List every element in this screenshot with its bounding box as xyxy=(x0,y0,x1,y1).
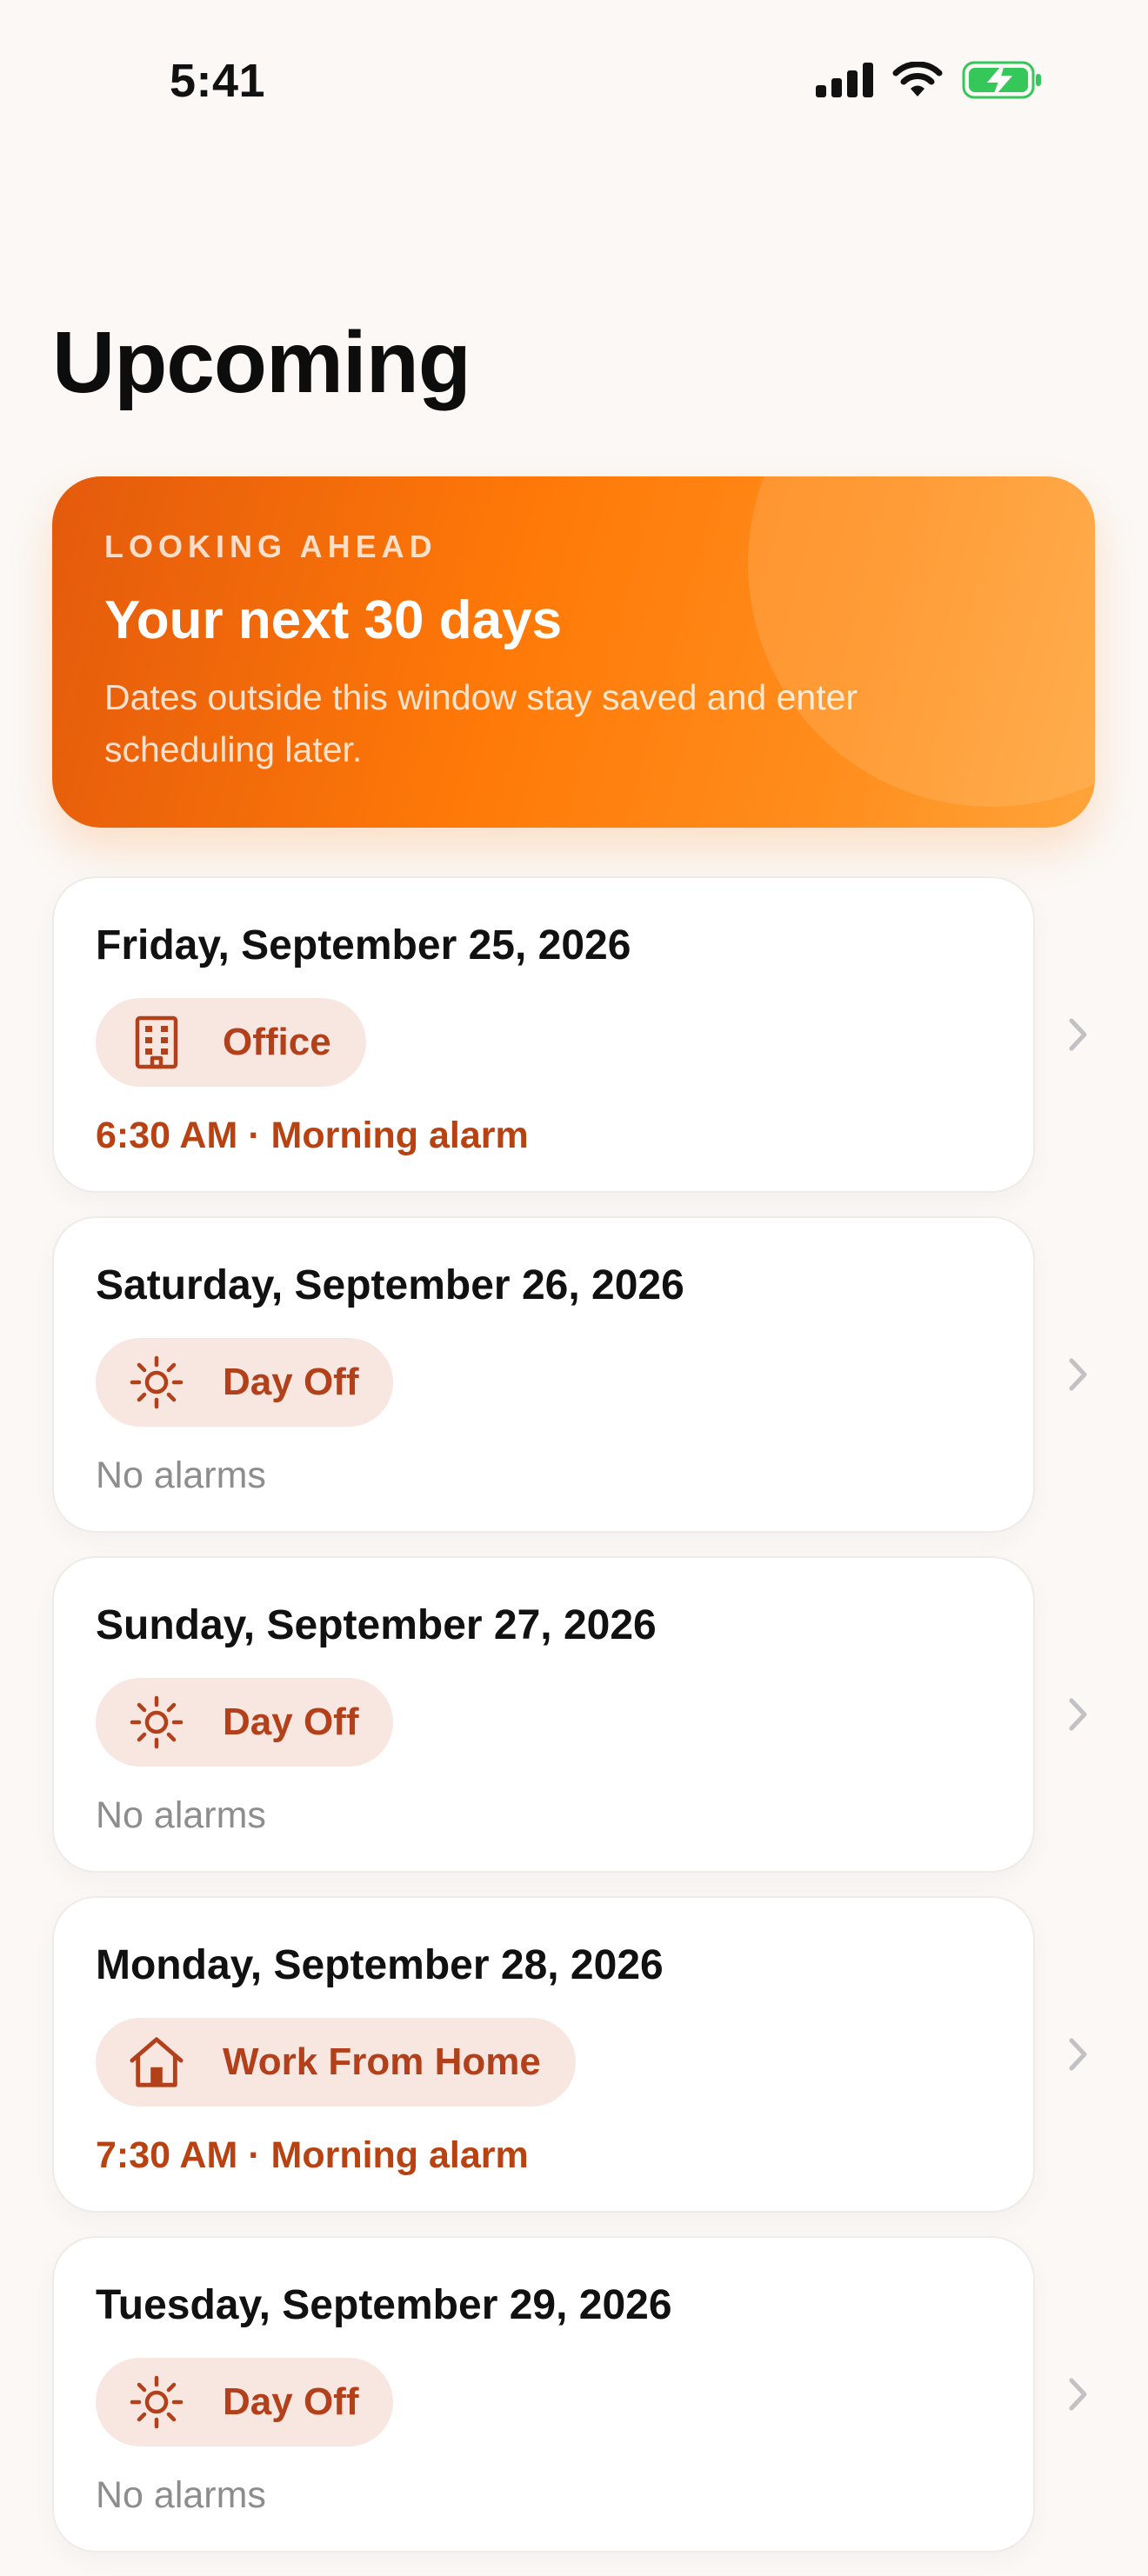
day-row[interactable]: Sunday, September 27, 2026 Day Off No al… xyxy=(52,1556,1148,1896)
day-alarm-summary: No alarms xyxy=(96,1794,266,1836)
battery-charging-icon xyxy=(962,61,1041,99)
day-type-pill: Day Off xyxy=(96,1678,394,1767)
day-row[interactable]: Friday, September 25, 2026 Office 6:30 A… xyxy=(52,876,1148,1216)
day-type-pill: Day Off xyxy=(96,1338,394,1427)
chevron-right-icon[interactable] xyxy=(1061,1007,1096,1062)
day-type-label: Day Off xyxy=(223,1361,359,1403)
day-date: Sunday, September 27, 2026 xyxy=(96,1602,657,1648)
day-card[interactable]: Saturday, September 26, 2026 Day Off No … xyxy=(52,1216,1035,1533)
cellular-signal-icon xyxy=(816,63,873,97)
house-icon xyxy=(129,2034,184,2090)
day-alarm-summary: 6:30 AM · Morning alarm xyxy=(96,1115,529,1156)
day-card[interactable]: Tuesday, September 29, 2026 Day Off No a… xyxy=(52,2236,1035,2553)
day-row[interactable]: Saturday, September 26, 2026 Day Off No … xyxy=(52,1216,1148,1556)
chevron-right-icon[interactable] xyxy=(1061,2366,1096,2422)
sun-icon xyxy=(129,2374,184,2430)
day-date: Friday, September 25, 2026 xyxy=(96,922,631,968)
day-type-pill: Day Off xyxy=(96,2358,394,2446)
day-type-label: Office xyxy=(223,1021,331,1063)
status-icons xyxy=(816,61,1044,99)
sun-icon xyxy=(129,1355,184,1410)
building-icon xyxy=(129,1015,184,1070)
day-date: Saturday, September 26, 2026 xyxy=(96,1262,684,1308)
day-type-label: Work From Home xyxy=(223,2040,541,2083)
sun-icon xyxy=(129,1694,184,1750)
chevron-right-icon[interactable] xyxy=(1061,1687,1096,1742)
banner-eyebrow: LOOKING AHEAD xyxy=(104,529,437,564)
day-card[interactable]: Monday, September 28, 2026 Work From Hom… xyxy=(52,1896,1035,2213)
chevron-right-icon[interactable] xyxy=(1061,2027,1096,2082)
status-time: 5:41 xyxy=(170,55,266,107)
day-date: Monday, September 28, 2026 xyxy=(96,1942,664,1988)
page-title: Upcoming xyxy=(52,314,471,411)
day-type-pill: Office xyxy=(96,998,366,1087)
day-row[interactable]: Monday, September 28, 2026 Work From Hom… xyxy=(52,1896,1148,2236)
upcoming-day-list: Friday, September 25, 2026 Office 6:30 A… xyxy=(52,876,1148,2576)
banner-title: Your next 30 days xyxy=(104,590,563,650)
wifi-icon xyxy=(892,62,943,97)
day-type-pill: Work From Home xyxy=(96,2018,576,2107)
banner-description: Dates outside this window stay saved and… xyxy=(104,677,858,769)
day-card[interactable]: Sunday, September 27, 2026 Day Off No al… xyxy=(52,1556,1035,1873)
day-type-label: Day Off xyxy=(223,2380,359,2423)
chevron-right-icon[interactable] xyxy=(1061,1347,1096,1402)
day-row[interactable]: Tuesday, September 29, 2026 Day Off No a… xyxy=(52,2236,1148,2576)
day-card[interactable]: Friday, September 25, 2026 Office 6:30 A… xyxy=(52,876,1035,1193)
day-type-label: Day Off xyxy=(223,1701,359,1743)
status-bar: 5:41 xyxy=(0,0,1148,165)
day-date: Tuesday, September 29, 2026 xyxy=(96,2282,672,2328)
day-alarm-summary: No alarms xyxy=(96,2474,266,2516)
day-alarm-summary: 7:30 AM · Morning alarm xyxy=(96,2134,529,2176)
day-alarm-summary: No alarms xyxy=(96,1454,266,1496)
looking-ahead-banner: LOOKING AHEAD Your next 30 days Dates ou… xyxy=(52,476,1095,828)
